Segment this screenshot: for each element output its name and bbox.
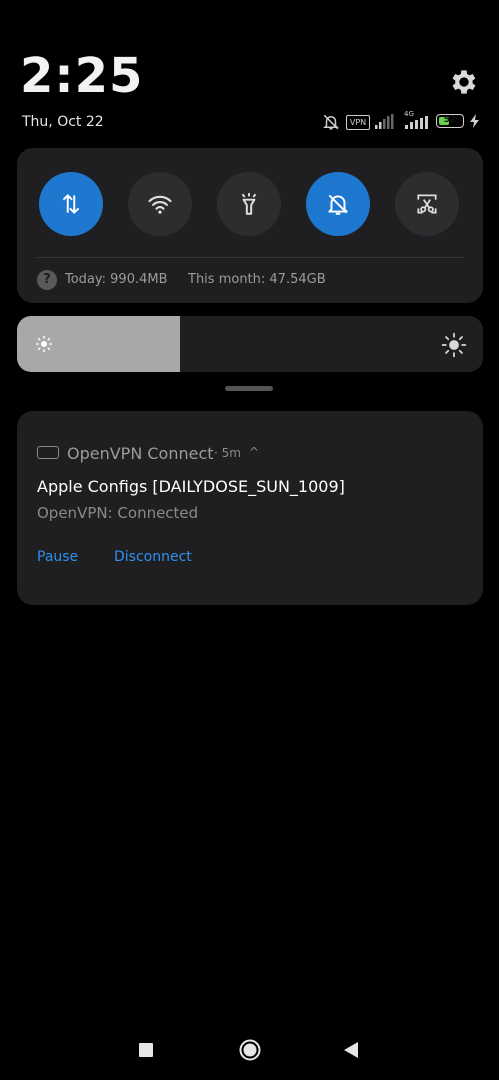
bell-off-icon: [328, 194, 348, 215]
clock: 2:25: [20, 48, 144, 104]
mobile-data-icon: [62, 193, 80, 215]
home-icon[interactable]: [239, 1039, 261, 1061]
charging-bolt-icon: [470, 114, 479, 128]
notification-app-name: OpenVPN Connect: [67, 444, 214, 463]
brightness-high-icon: [441, 332, 467, 358]
wifi-icon: [148, 195, 172, 214]
vpn-badge: VPN: [346, 115, 370, 130]
date: Thu, Oct 22: [22, 114, 104, 130]
notification-title: Apple Configs [DAILYDOSE_SUN_1009]: [37, 477, 345, 496]
pause-button[interactable]: Pause: [37, 549, 78, 565]
recents-icon[interactable]: [139, 1043, 153, 1057]
data-usage-today[interactable]: Today: 990.4MB: [65, 272, 168, 287]
notification-time: · 5m: [214, 446, 241, 460]
silent-status-icon: [323, 114, 339, 130]
flashlight-toggle[interactable]: [217, 172, 281, 236]
silent-toggle[interactable]: [306, 172, 370, 236]
disconnect-button[interactable]: Disconnect: [114, 549, 192, 565]
wifi-toggle[interactable]: [128, 172, 192, 236]
back-icon[interactable]: [343, 1041, 359, 1059]
battery-icon: 52: [436, 114, 464, 128]
notification-text: OpenVPN: Connected: [37, 504, 199, 522]
scissors-screenshot-icon: [417, 194, 437, 214]
battery-percent: 52: [443, 115, 457, 125]
screenshot-toggle[interactable]: [395, 172, 459, 236]
brightness-slider[interactable]: [17, 316, 483, 372]
settings-gear-icon[interactable]: [448, 66, 480, 98]
flashlight-icon: [241, 193, 257, 215]
drag-handle[interactable]: [225, 386, 273, 391]
quick-settings-divider: [36, 257, 464, 258]
data-usage-month[interactable]: This month: 47.54GB: [188, 272, 326, 287]
help-icon[interactable]: ?: [37, 270, 57, 290]
signal-1-icon: [375, 114, 394, 129]
mobile-data-toggle[interactable]: [39, 172, 103, 236]
signal-2-icon: [405, 116, 428, 129]
expand-chevron-icon[interactable]: ^: [249, 445, 259, 459]
brightness-low-icon: [35, 335, 53, 353]
openvpn-app-icon: [37, 446, 59, 459]
